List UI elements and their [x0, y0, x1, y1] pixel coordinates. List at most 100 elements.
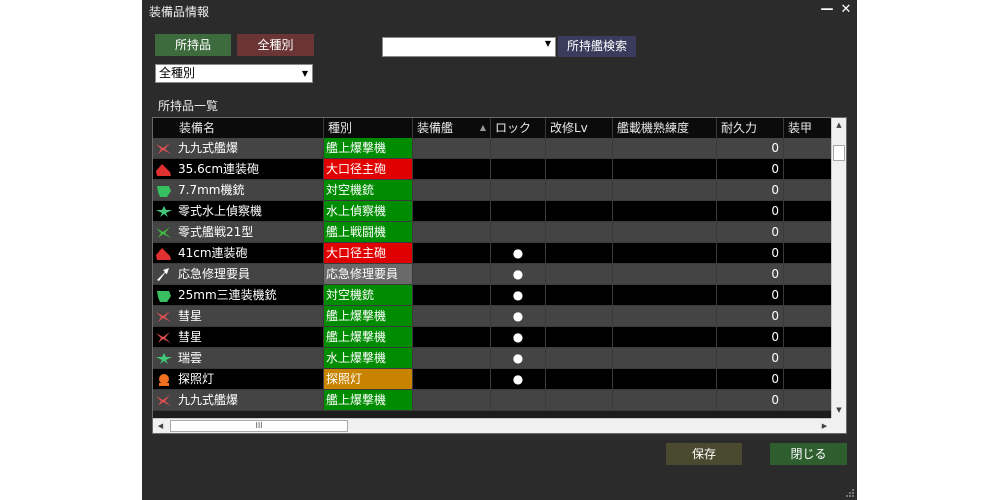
proficiency-cell — [613, 306, 717, 327]
proficiency-cell — [613, 285, 717, 306]
equipment-type-cell: 艦上爆撃機 — [324, 138, 413, 159]
equipment-type-cell: 艦上爆撃機 — [324, 306, 413, 327]
scroll-up-icon[interactable]: ▲ — [832, 118, 846, 133]
equipment-type-cell: 水上爆撃機 — [324, 348, 413, 369]
equipment-type-cell: 艦上爆撃機 — [324, 327, 413, 348]
armor-cell — [784, 201, 833, 222]
equipped-ship-cell — [413, 180, 491, 201]
table-row[interactable]: 彗星 艦上爆撃機 ● 0 — [153, 306, 833, 327]
equipment-name-cell: 探照灯 — [153, 369, 324, 390]
column-header-lock[interactable]: ロック — [491, 118, 546, 138]
table-row[interactable]: 探照灯 探照灯 ● 0 — [153, 369, 833, 390]
close-button[interactable]: 閉じる — [770, 443, 847, 465]
equipment-name-cell: 7.7mm機銃 — [153, 180, 324, 201]
all-types-button[interactable]: 全種別 — [237, 34, 314, 56]
durability-cell: 0 — [717, 264, 784, 285]
equipment-type-cell: 探照灯 — [324, 369, 413, 390]
scroll-right-icon[interactable]: ▶ — [817, 419, 832, 433]
column-header-type[interactable]: 種別 — [324, 118, 413, 138]
durability-cell: 0 — [717, 222, 784, 243]
table-row[interactable]: 応急修理要員 応急修理要員 ● 0 — [153, 264, 833, 285]
equipment-name: 彗星 — [178, 309, 203, 323]
improvement-cell — [546, 306, 613, 327]
equipment-info-window: 装備品情報 — ✕ 所持品 全種別 全種別 ▼ ▼ 所持艦検索 所持品一覧 装備… — [142, 0, 857, 500]
lock-cell — [491, 201, 546, 222]
equipment-name-cell: 彗星 — [153, 306, 324, 327]
improvement-cell — [546, 390, 613, 411]
table-row[interactable]: 41cm連装砲 大口径主砲 ● 0 — [153, 243, 833, 264]
sort-ascending-icon: ▲ — [479, 123, 486, 132]
column-header-proficiency[interactable]: 艦載機熟練度 — [613, 118, 717, 138]
ship-search-button[interactable]: 所持艦検索 — [558, 36, 636, 57]
improvement-cell — [546, 369, 613, 390]
horizontal-scroll-thumb[interactable]: III — [170, 420, 348, 432]
equipment-name-cell: 九九式艦爆 — [153, 138, 324, 159]
owned-list-label: 所持品一覧 — [158, 99, 219, 113]
table-row[interactable]: 25mm三連装機銃 対空機銃 ● 0 — [153, 285, 833, 306]
chevron-down-icon: ▼ — [544, 39, 551, 48]
proficiency-cell — [613, 201, 717, 222]
equipment-name-cell: 41cm連装砲 — [153, 243, 324, 264]
equipment-type-cell: 艦上戦闘機 — [324, 222, 413, 243]
vertical-scroll-thumb[interactable] — [833, 145, 845, 161]
improvement-cell — [546, 180, 613, 201]
proficiency-cell — [613, 159, 717, 180]
armor-cell — [784, 159, 833, 180]
close-window-button[interactable]: ✕ — [837, 1, 855, 19]
proficiency-cell — [613, 327, 717, 348]
equipment-name-cell: 瑞雲 — [153, 348, 324, 369]
table-row[interactable]: 35.6cm連装砲 大口径主砲 0 — [153, 159, 833, 180]
equipped-ship-cell — [413, 159, 491, 180]
scroll-down-icon[interactable]: ▼ — [832, 403, 846, 418]
durability-cell: 0 — [717, 306, 784, 327]
equipment-type-cell: 艦上爆撃機 — [324, 390, 413, 411]
proficiency-cell — [613, 243, 717, 264]
durability-cell: 0 — [717, 327, 784, 348]
table-row[interactable]: 7.7mm機銃 対空機銃 0 — [153, 180, 833, 201]
scroll-left-icon[interactable]: ◀ — [153, 419, 168, 433]
column-header-improvement[interactable]: 改修Lv — [546, 118, 613, 138]
title-bar[interactable]: 装備品情報 — ✕ — [142, 0, 857, 22]
improvement-cell — [546, 243, 613, 264]
table-row[interactable]: 九九式艦爆 艦上爆撃機 0 — [153, 138, 833, 159]
type-filter-select[interactable]: 全種別 ▼ — [155, 64, 313, 83]
armor-cell — [784, 390, 833, 411]
armor-cell — [784, 180, 833, 201]
ship-search-combo[interactable]: ▼ — [382, 37, 556, 57]
table-row[interactable]: 彗星 艦上爆撃機 ● 0 — [153, 327, 833, 348]
lock-cell: ● — [491, 348, 546, 369]
equipment-name-cell: 35.6cm連装砲 — [153, 159, 324, 180]
improvement-cell — [546, 159, 613, 180]
owned-items-button[interactable]: 所持品 — [155, 34, 231, 56]
table-row[interactable]: 零式水上偵察機 水上偵察機 0 — [153, 201, 833, 222]
armor-cell — [784, 369, 833, 390]
armor-cell — [784, 222, 833, 243]
save-button[interactable]: 保存 — [666, 443, 742, 465]
durability-cell: 0 — [717, 201, 784, 222]
column-header-name[interactable]: 装備名 — [153, 118, 324, 138]
equipped-ship-cell — [413, 264, 491, 285]
minimize-button[interactable]: — — [818, 1, 836, 19]
armor-cell — [784, 285, 833, 306]
lock-cell — [491, 390, 546, 411]
resize-grip-icon[interactable] — [844, 487, 854, 497]
equipment-name: 瑞雲 — [178, 351, 203, 365]
table-row[interactable]: 九九式艦爆 艦上爆撃機 0 — [153, 390, 833, 411]
durability-cell: 0 — [717, 285, 784, 306]
column-header-armor[interactable]: 装甲 — [784, 118, 833, 138]
equipment-type-cell: 大口径主砲 — [324, 243, 413, 264]
equipment-type-cell: 対空機銃 — [324, 180, 413, 201]
column-header-ship[interactable]: 装備艦 ▲ — [413, 118, 491, 138]
armor-cell — [784, 327, 833, 348]
armor-cell — [784, 264, 833, 285]
table-row[interactable]: 瑞雲 水上爆撃機 ● 0 — [153, 348, 833, 369]
table-row[interactable]: 零式艦戦21型 艦上戦闘機 0 — [153, 222, 833, 243]
vertical-scrollbar[interactable]: ▲ ▼ — [831, 118, 846, 419]
durability-cell: 0 — [717, 159, 784, 180]
proficiency-cell — [613, 138, 717, 159]
equipped-ship-cell — [413, 138, 491, 159]
equipment-name: 応急修理要員 — [178, 267, 251, 281]
horizontal-scrollbar[interactable]: ◀ III ▶ — [153, 418, 833, 433]
equipment-name: 彗星 — [178, 330, 203, 344]
column-header-durability[interactable]: 耐久力 — [717, 118, 784, 138]
